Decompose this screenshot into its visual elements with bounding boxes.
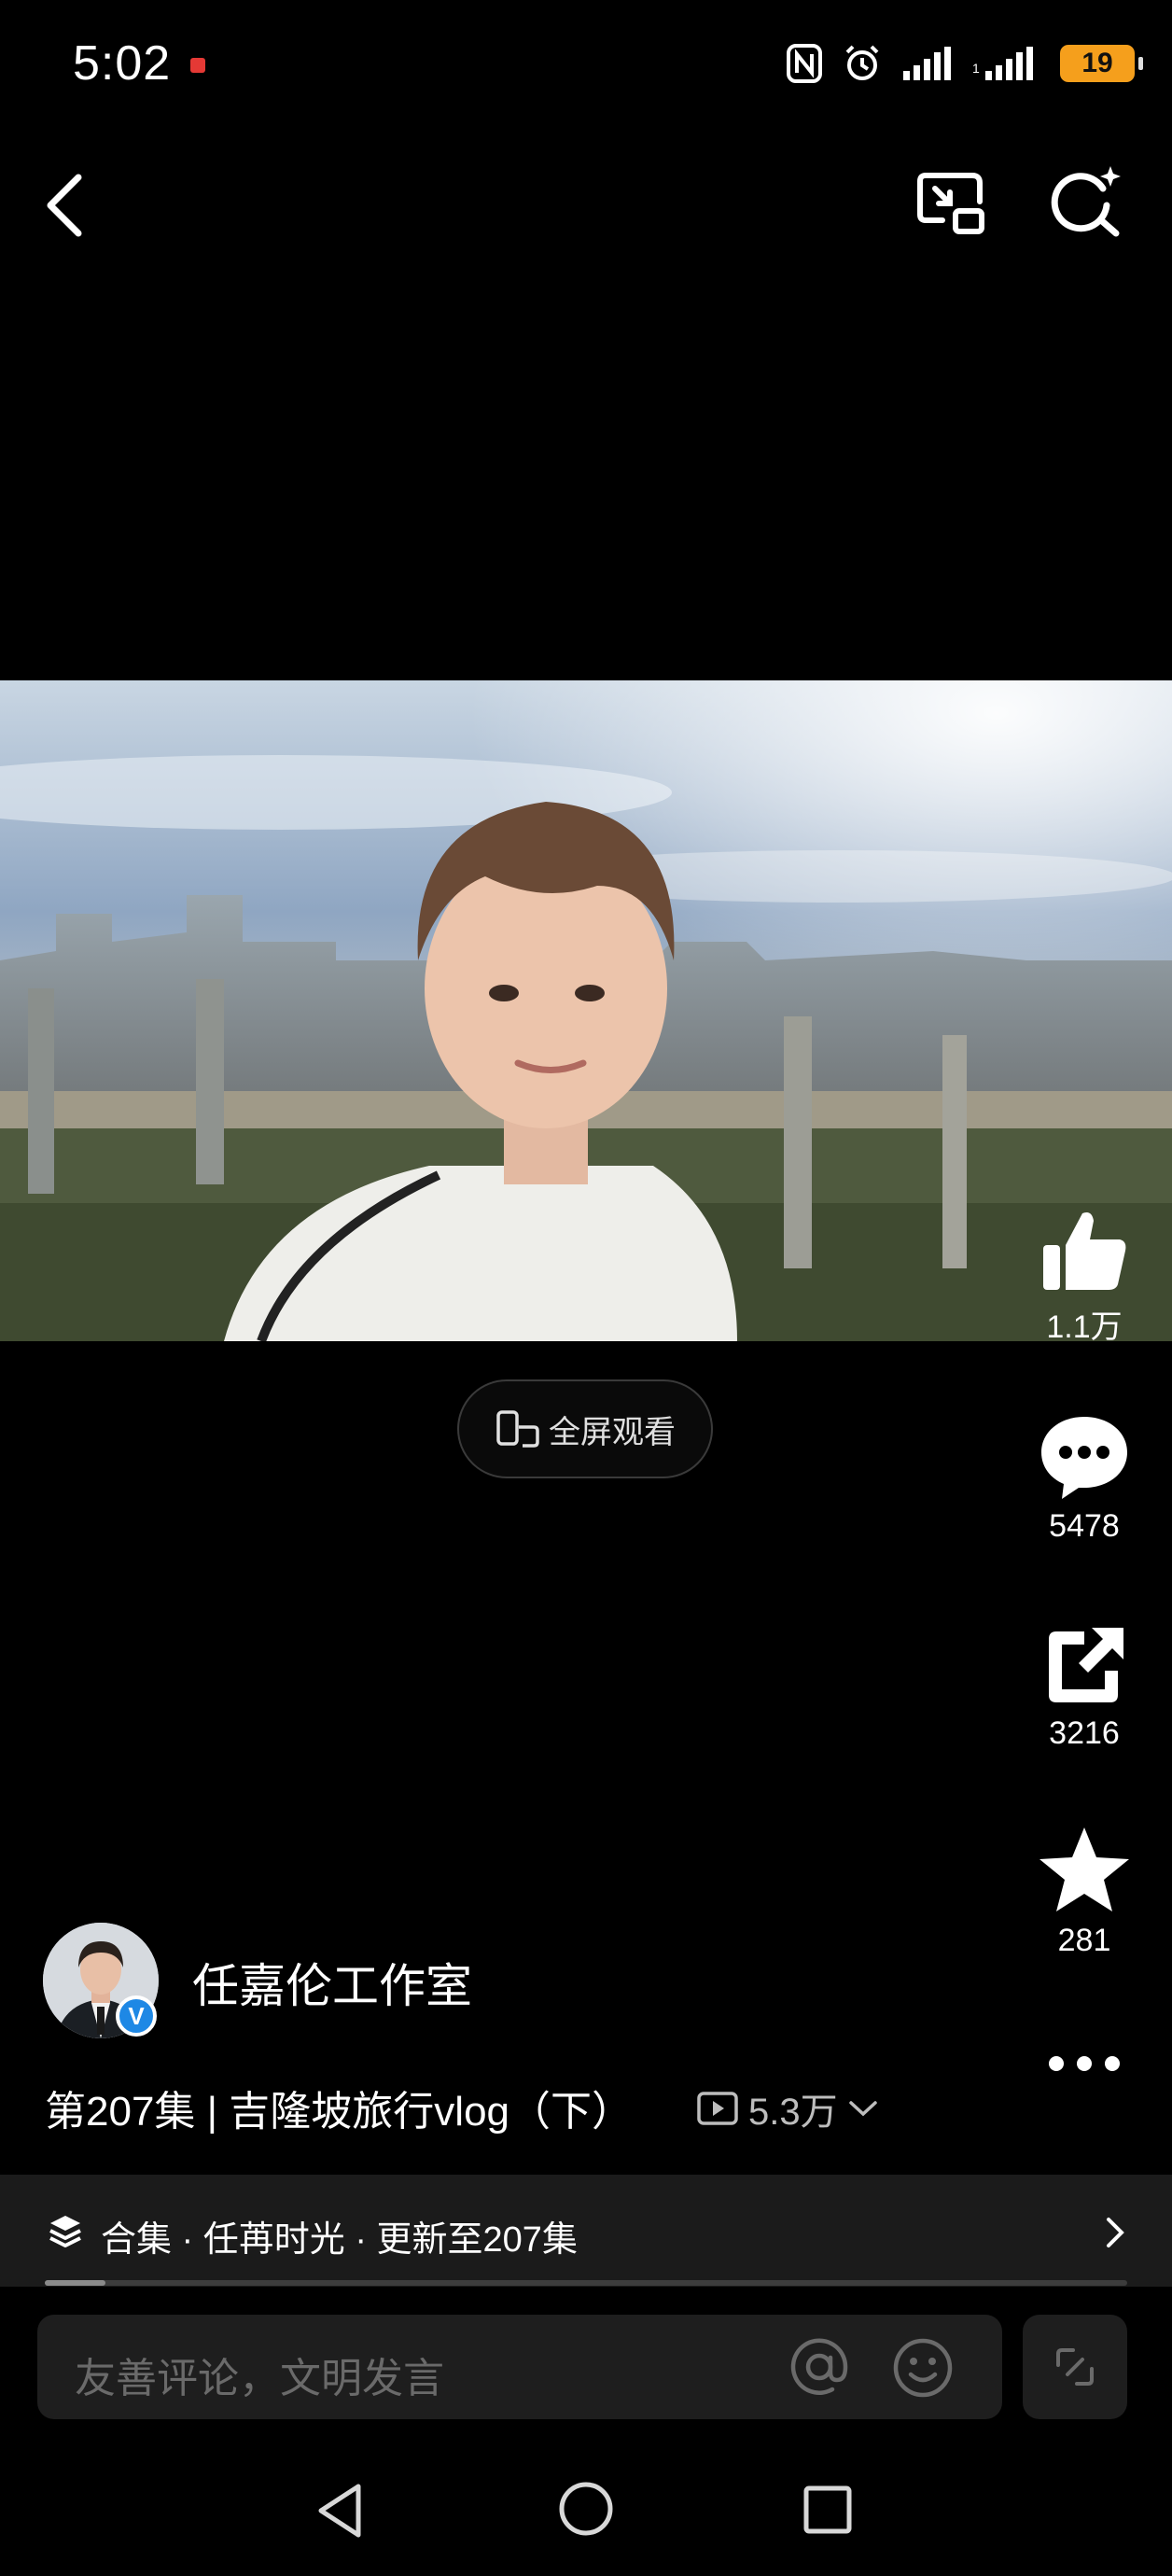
search-sparkle-icon[interactable] [1049, 164, 1123, 239]
nfc-icon [787, 44, 822, 83]
thumbs-up-icon [1043, 1212, 1126, 1290]
battery-icon: 19 [1060, 45, 1143, 82]
fullscreen-label: 全屏观看 [549, 1414, 676, 1450]
expand-comments-button[interactable] [1023, 2315, 1127, 2419]
like-count: 1.1万 [1046, 1309, 1123, 1345]
collection-progress-fill [45, 2280, 105, 2286]
chevron-left-icon[interactable] [37, 168, 93, 243]
rotate-phone-icon [496, 1410, 539, 1448]
more-action[interactable] [1019, 2050, 1150, 2078]
video-title[interactable]: 第207集 | 吉隆坡旅行vlog（下） [45, 2078, 633, 2137]
comment-action[interactable]: 5478 [1019, 1411, 1150, 1545]
comment-placeholder: 友善评论，文明发言 [75, 2356, 444, 2401]
picture-in-picture-icon[interactable] [914, 166, 989, 241]
star-icon [1039, 1827, 1129, 1911]
view-count-text: 5.3万 [748, 2092, 838, 2133]
signal-icon: 1 [972, 47, 1033, 80]
expand-icon [1056, 2348, 1094, 2386]
system-home-icon[interactable] [558, 2481, 614, 2537]
collection-progress-bar [45, 2280, 1127, 2286]
favorite-action[interactable]: 281 [1019, 1822, 1150, 1959]
emoji-icon[interactable] [892, 2337, 954, 2399]
chevron-right-icon[interactable] [1101, 2214, 1129, 2251]
system-recents-icon[interactable] [802, 2485, 853, 2535]
collection-label: 合集 · 任苒时光 · 更新至207集 [101, 2220, 578, 2260]
favorite-count: 281 [1057, 1923, 1111, 1958]
like-action[interactable]: 1.1万 [1019, 1204, 1150, 1347]
verified-badge-icon: V [116, 1995, 157, 2037]
layers-icon [49, 2216, 81, 2247]
comment-bubble-icon [1041, 1417, 1127, 1499]
share-action[interactable]: 3216 [1019, 1622, 1150, 1752]
play-count-icon [697, 2092, 738, 2125]
video-player[interactable] [0, 680, 1172, 1341]
mention-at-icon[interactable] [789, 2337, 849, 2397]
status-time: 5:02 [73, 36, 172, 91]
status-icons: 1 19 [786, 35, 1143, 91]
share-icon [1049, 1628, 1123, 1702]
comment-count: 5478 [1049, 1508, 1120, 1544]
svg-text:1: 1 [972, 61, 980, 76]
chevron-down-icon [848, 2101, 877, 2117]
view-count[interactable]: 5.3万 [696, 2081, 879, 2135]
status-bar: 5:02 1 19 [0, 0, 1172, 131]
fullscreen-button[interactable]: 全屏观看 [457, 1379, 713, 1478]
alarm-icon [845, 45, 879, 80]
signal-icon [903, 47, 951, 80]
recording-indicator-icon [190, 58, 205, 73]
share-count: 3216 [1049, 1715, 1120, 1751]
author-name[interactable]: 任嘉伦工作室 [192, 1949, 472, 2016]
video-frame-image [0, 680, 1172, 1341]
battery-level: 19 [1081, 48, 1113, 78]
verified-mark: V [128, 2001, 145, 2030]
system-back-icon[interactable] [314, 2481, 370, 2541]
more-dots-icon [1049, 2056, 1120, 2071]
